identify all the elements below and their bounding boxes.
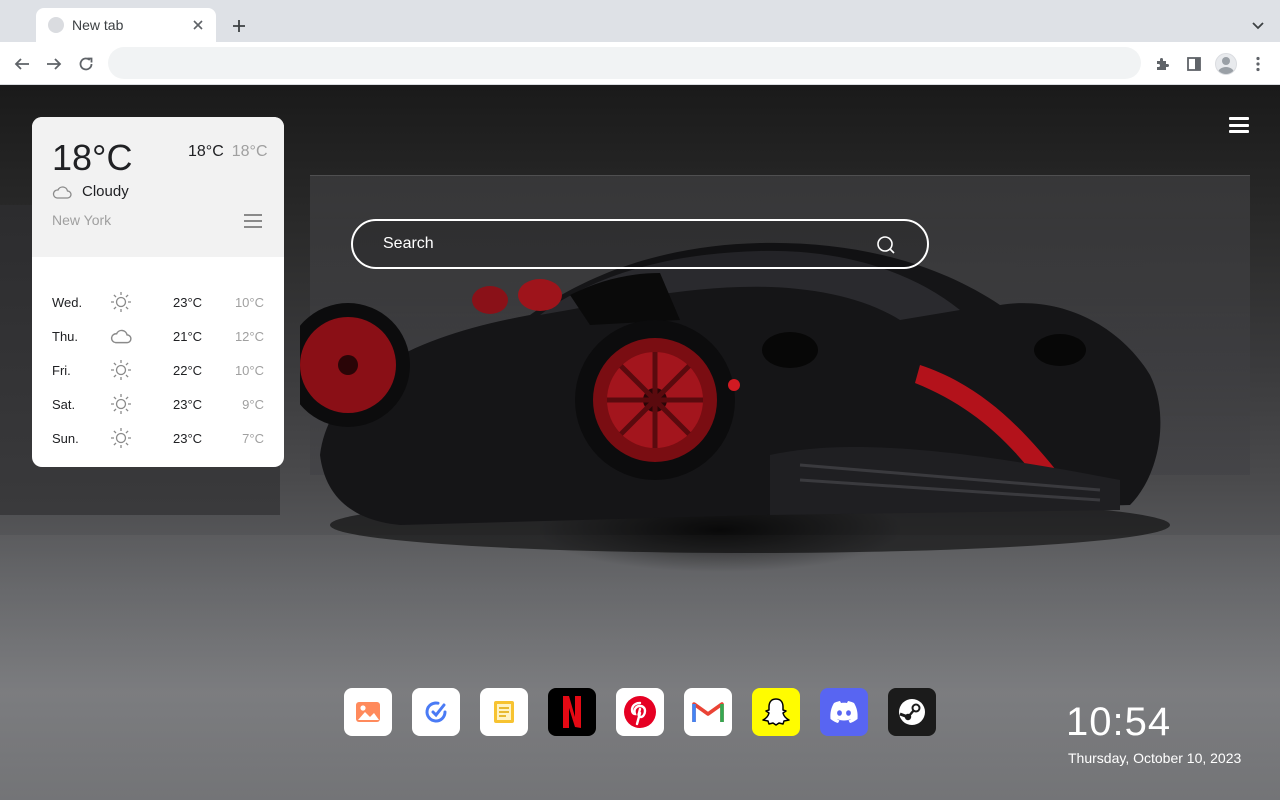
weather-condition: Cloudy bbox=[52, 183, 129, 200]
app-dock bbox=[344, 688, 936, 736]
hamburger-icon-bar bbox=[1229, 117, 1249, 120]
forecast-row: Wed. 23°C 10°C bbox=[52, 285, 264, 319]
profile-button[interactable] bbox=[1212, 50, 1240, 78]
forecast-day: Fri. bbox=[52, 362, 71, 378]
page-menu-button[interactable] bbox=[1228, 115, 1250, 135]
gallery-app[interactable] bbox=[344, 688, 392, 736]
snapchat-icon bbox=[762, 698, 790, 726]
forecast-low: 10°C bbox=[234, 294, 264, 310]
side-panel-button[interactable] bbox=[1180, 50, 1208, 78]
clock-time: 10:54 bbox=[1066, 700, 1172, 744]
tab-close-icon[interactable] bbox=[190, 17, 206, 33]
weather-widget: 18°C 18°C 18°C Cloudy New York Wed. 23°C … bbox=[32, 117, 284, 467]
extensions-button[interactable] bbox=[1148, 50, 1176, 78]
notes-app[interactable] bbox=[480, 688, 528, 736]
forecast-low: 7°C bbox=[242, 430, 264, 446]
back-button[interactable] bbox=[8, 50, 36, 78]
steam-icon bbox=[899, 699, 925, 725]
reload-button[interactable] bbox=[72, 50, 100, 78]
side-panel-icon bbox=[1187, 57, 1201, 71]
tab-title: New tab bbox=[72, 17, 124, 33]
weather-list-button[interactable] bbox=[244, 214, 262, 228]
address-bar[interactable] bbox=[108, 47, 1141, 79]
high-low-temperature: 18°C 18°C bbox=[188, 143, 268, 161]
new-tab-button[interactable] bbox=[226, 13, 252, 39]
tab-favicon-icon bbox=[48, 17, 64, 33]
forecast-row: Thu. 21°C 12°C bbox=[52, 319, 264, 353]
discord-app[interactable] bbox=[820, 688, 868, 736]
city-name: New York bbox=[52, 212, 112, 228]
arrow-right-icon bbox=[47, 58, 62, 70]
hamburger-icon-bar bbox=[1229, 130, 1249, 133]
forecast-day: Thu. bbox=[52, 328, 79, 344]
tab-strip: New tab bbox=[0, 0, 1280, 42]
forecast-high: 23°C bbox=[173, 396, 203, 412]
pinterest-icon bbox=[624, 696, 656, 728]
forecast-low: 9°C bbox=[242, 396, 264, 412]
note-icon bbox=[494, 701, 514, 723]
tasks-app[interactable] bbox=[412, 688, 460, 736]
forecast-high: 22°C bbox=[173, 362, 203, 378]
browser-toolbar bbox=[0, 42, 1280, 85]
search-button[interactable] bbox=[875, 234, 897, 256]
chevron-down-icon bbox=[1252, 22, 1264, 30]
steam-app[interactable] bbox=[888, 688, 936, 736]
forecast-low: 12°C bbox=[234, 328, 264, 344]
sun-icon bbox=[110, 393, 150, 415]
hamburger-icon-bar bbox=[1229, 123, 1249, 127]
car-wallpaper-image bbox=[300, 242, 1170, 553]
chrome-menu-button[interactable] bbox=[1244, 50, 1272, 78]
image-icon bbox=[356, 702, 380, 722]
reload-icon bbox=[79, 57, 93, 71]
clock-date: Thursday, October 10, 2023 bbox=[1068, 750, 1242, 766]
search-box bbox=[351, 219, 929, 269]
forecast-high: 23°C bbox=[173, 430, 203, 446]
avatar-icon bbox=[1215, 53, 1237, 75]
forecast-row: Sat. 23°C 9°C bbox=[52, 387, 264, 421]
forecast-day: Sun. bbox=[52, 430, 79, 446]
discord-icon bbox=[830, 701, 858, 723]
kebab-menu-icon bbox=[1256, 56, 1260, 72]
condition-label: Cloudy bbox=[82, 183, 129, 200]
check-icon bbox=[425, 701, 447, 723]
tab-search-button[interactable] bbox=[1246, 14, 1270, 38]
plus-icon bbox=[233, 20, 245, 32]
pinterest-app[interactable] bbox=[616, 688, 664, 736]
forecast-row: Fri. 22°C 10°C bbox=[52, 353, 264, 387]
weather-current: 18°C 18°C 18°C Cloudy New York bbox=[32, 117, 284, 257]
search-icon bbox=[877, 236, 895, 254]
forecast-day: Wed. bbox=[52, 294, 83, 310]
forecast-high: 23°C bbox=[173, 294, 203, 310]
forecast-list: Wed. 23°C 10°C Thu. 21°C 12°C Fri. 22°C … bbox=[32, 257, 284, 455]
gmail-app[interactable] bbox=[684, 688, 732, 736]
snapchat-app[interactable] bbox=[752, 688, 800, 736]
cloud-icon bbox=[52, 185, 72, 199]
netflix-app[interactable] bbox=[548, 688, 596, 736]
sun-icon bbox=[110, 427, 150, 449]
low-temperature: 18°C bbox=[231, 143, 268, 160]
forecast-high: 21°C bbox=[173, 328, 203, 344]
current-temperature: 18°C bbox=[52, 137, 133, 178]
forecast-day: Sat. bbox=[52, 396, 76, 412]
tab-new-tab[interactable]: New tab bbox=[36, 8, 216, 42]
netflix-icon bbox=[563, 696, 581, 728]
sun-icon bbox=[110, 359, 150, 381]
high-temperature: 18°C bbox=[188, 143, 224, 160]
forward-button[interactable] bbox=[40, 50, 68, 78]
forecast-row: Sun. 23°C 7°C bbox=[52, 421, 264, 455]
sun-icon bbox=[110, 291, 150, 313]
forecast-low: 10°C bbox=[234, 362, 264, 378]
gmail-icon bbox=[692, 702, 724, 722]
cloud-icon bbox=[110, 328, 150, 344]
new-tab-page: 18°C 18°C 18°C Cloudy New York Wed. 23°C … bbox=[0, 85, 1280, 800]
puzzle-icon bbox=[1157, 58, 1169, 70]
arrow-left-icon bbox=[14, 58, 29, 70]
search-input[interactable] bbox=[371, 221, 871, 267]
